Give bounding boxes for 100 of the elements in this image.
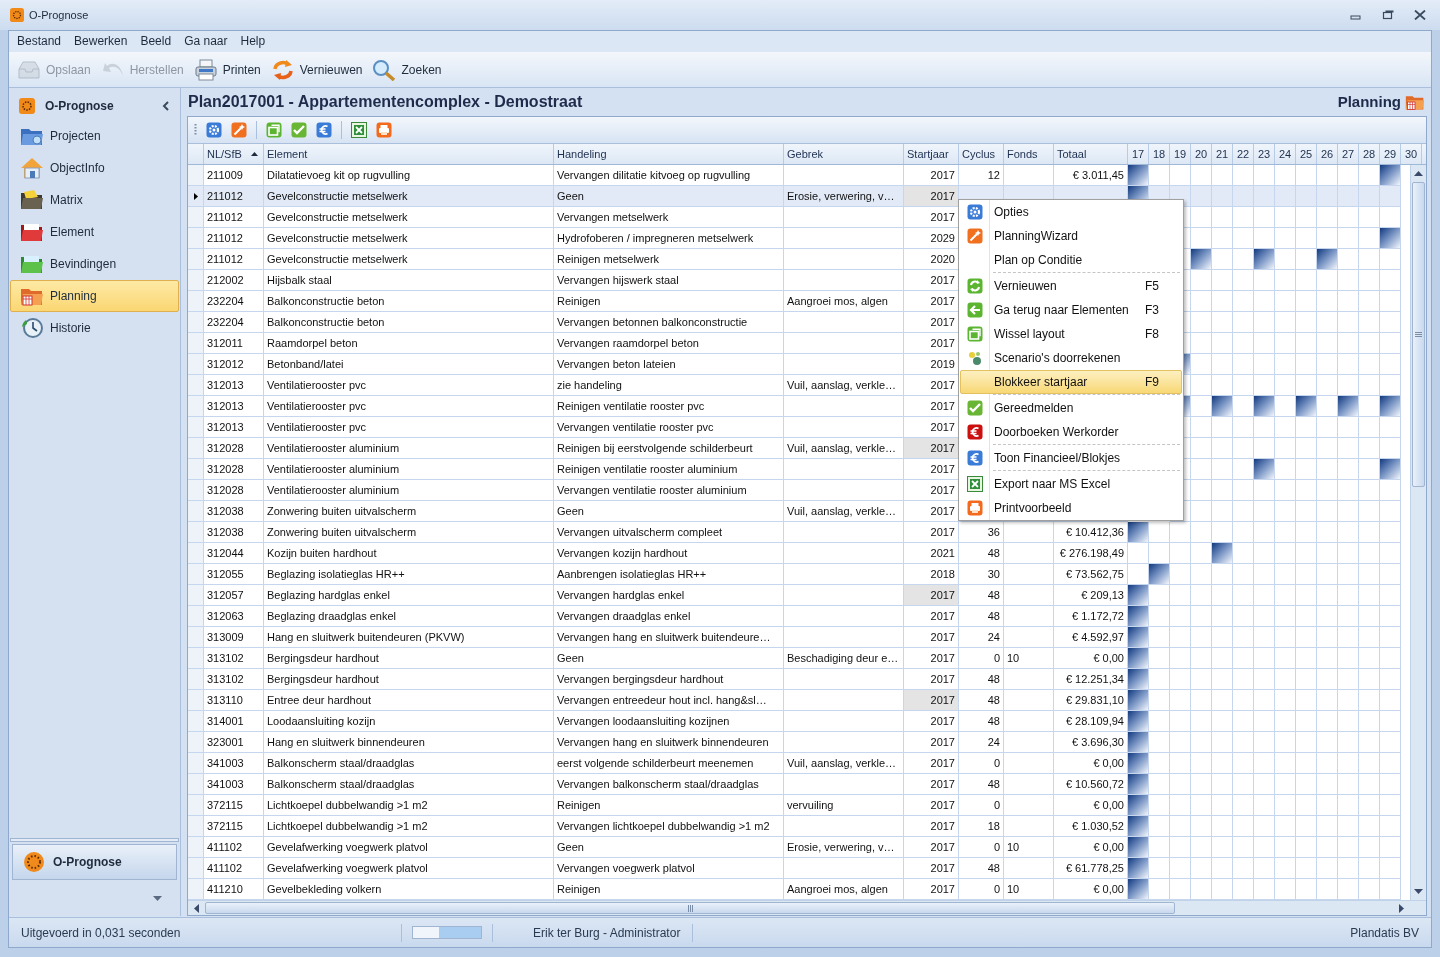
menu-item[interactable]: Bewerken	[68, 32, 134, 51]
planned-block[interactable]	[1254, 459, 1274, 480]
column-header[interactable]: 27	[1338, 144, 1359, 165]
row-header[interactable]	[188, 186, 204, 208]
toolbar-button[interactable]: Vernieuwen	[270, 58, 363, 81]
planned-block[interactable]	[1128, 837, 1148, 858]
euro-icon[interactable]	[316, 122, 332, 139]
sidebar-item[interactable]: Planning	[10, 280, 179, 313]
window-icon[interactable]	[266, 122, 282, 139]
planned-block[interactable]	[1380, 396, 1400, 417]
checkmark-icon[interactable]	[291, 122, 307, 139]
column-header[interactable]: 22	[1233, 144, 1254, 165]
sidebar-item[interactable]: Element	[10, 216, 179, 249]
sidebar-footer-button[interactable]: O-Prognose	[12, 844, 177, 881]
column-header[interactable]: 20	[1191, 144, 1212, 165]
sidebar-item[interactable]: Matrix	[10, 184, 179, 217]
scroll-thumb[interactable]	[205, 902, 1175, 915]
sidebar-item[interactable]: Projecten	[10, 120, 179, 153]
planned-block[interactable]	[1149, 564, 1169, 585]
table-row[interactable]: 313009 Hang en sluitwerk buitendeuren (PKVW) Vervangen hang en sluitwerk buitendeure… 2017 24 € 4.592,97	[188, 627, 1401, 649]
column-header[interactable]: 26	[1317, 144, 1338, 165]
planned-block[interactable]	[1191, 249, 1211, 270]
column-header[interactable]: Element	[264, 144, 554, 165]
grip-icon[interactable]	[194, 123, 197, 138]
planned-block[interactable]	[1380, 165, 1400, 186]
column-header[interactable]: 18	[1149, 144, 1170, 165]
planned-block[interactable]	[1128, 165, 1148, 186]
planned-block[interactable]	[1128, 711, 1148, 732]
planned-block[interactable]	[1128, 816, 1148, 837]
column-header[interactable]: 29	[1380, 144, 1401, 165]
table-row[interactable]: 312044 Kozijn buiten hardhout Vervangen kozijn hardhout 2021 48 € 276.198,49	[188, 543, 1401, 565]
column-header[interactable]: NL/SfB	[204, 144, 264, 165]
magic-wand-icon[interactable]	[231, 122, 247, 139]
scroll-up-icon[interactable]	[1414, 171, 1423, 177]
table-row[interactable]: 211009 Dilatatievoeg kit op rugvulling Vervangen dilitatie kitvoeg op rugvulling 2017 12 € 3.011,45	[188, 165, 1401, 187]
column-header[interactable]: 19	[1170, 144, 1191, 165]
planned-block[interactable]	[1212, 396, 1232, 417]
sidebar-item[interactable]: Historie	[10, 312, 179, 345]
close-icon[interactable]	[1414, 10, 1426, 20]
planned-block[interactable]	[1380, 459, 1400, 480]
column-header[interactable]: Gebrek	[784, 144, 904, 165]
menu-item[interactable]: Help	[234, 32, 272, 51]
planned-block[interactable]	[1128, 627, 1148, 648]
planned-block[interactable]	[1128, 879, 1148, 900]
scroll-down-icon[interactable]	[1414, 889, 1423, 895]
maximize-icon[interactable]	[1382, 10, 1394, 20]
column-header[interactable]: Totaal	[1054, 144, 1128, 165]
column-header[interactable]: Fonds	[1004, 144, 1054, 165]
column-header[interactable]: 24	[1275, 144, 1296, 165]
planned-block[interactable]	[1128, 585, 1148, 606]
scroll-left-icon[interactable]	[194, 903, 199, 913]
scroll-thumb[interactable]	[1412, 182, 1425, 488]
planned-block[interactable]	[1338, 396, 1358, 417]
column-header[interactable]: 17	[1128, 144, 1149, 165]
menu-item[interactable]: Beeld	[134, 32, 178, 51]
planned-block[interactable]	[1380, 228, 1400, 249]
table-row[interactable]: 313110 Entree deur hardhout Vervangen entreedeur hout incl. hang&sl… 2017 48 € 29.831,10	[188, 690, 1401, 712]
menu-item[interactable]: Bestand	[11, 32, 68, 51]
planned-block[interactable]	[1296, 396, 1316, 417]
table-row[interactable]: 211012 Gevelconstructie metselwerk Geen Erosie, verwering, v… 2017	[188, 186, 1401, 208]
table-row[interactable]: 341003 Balkonscherm staal/draadglas Vervangen balkonscherm staal/draadglas 2017 48 € 10.560,72	[188, 774, 1401, 796]
planned-block[interactable]	[1128, 522, 1148, 543]
table-row[interactable]: 314001 Loodaansluiting kozijn Vervangen loodaansluiting kozijnen 2017 48 € 28.109,94	[188, 711, 1401, 733]
planned-block[interactable]	[1212, 543, 1232, 564]
column-header[interactable]: 25	[1296, 144, 1317, 165]
table-row[interactable]: 312057 Beglazing hardglas enkel Vervangen hardglas enkel 2017 48 € 209,13	[188, 585, 1401, 607]
table-row[interactable]: 411102 Gevelafwerking voegwerk platvol Vervangen voegwerk platvol 2017 48 € 61.778,25	[188, 858, 1401, 880]
column-header[interactable]: 23	[1254, 144, 1275, 165]
column-header[interactable]: 21	[1212, 144, 1233, 165]
table-row[interactable]: 313102 Bergingsdeur hardhout Vervangen bergingsdeur hardhout 2017 48 € 12.251,34	[188, 669, 1401, 691]
planned-block[interactable]	[1128, 858, 1148, 879]
planned-block[interactable]	[1128, 732, 1148, 753]
vertical-scrollbar[interactable]	[1410, 165, 1426, 901]
column-header[interactable]: Cyclus	[959, 144, 1004, 165]
table-row[interactable]: 323001 Hang en sluitwerk binnendeuren Vervangen hang en sluitwerk binnendeuren 2017 24 € 3.696,30	[188, 732, 1401, 754]
planned-block[interactable]	[1128, 690, 1148, 711]
table-row[interactable]: 411210 Gevelbekleding volkern Reinigen Aangroei mos, algen 2017 0 10 € 0,00	[188, 879, 1401, 901]
planned-block[interactable]	[1128, 669, 1148, 690]
sidebar-item[interactable]: ObjectInfo	[10, 152, 179, 185]
planned-block[interactable]	[1254, 249, 1274, 270]
planned-block[interactable]	[1317, 249, 1337, 270]
gear-icon[interactable]	[206, 122, 222, 139]
printer-icon[interactable]	[376, 122, 392, 139]
menu-item[interactable]: Gereedmelden	[960, 396, 1182, 420]
column-header[interactable]: Startjaar	[904, 144, 959, 165]
menu-item[interactable]: Plan op Conditie	[960, 248, 1182, 272]
menu-item[interactable]: Blokkeer startjaar F9	[960, 370, 1182, 394]
chevron-left-icon[interactable]	[162, 101, 170, 112]
table-row[interactable]: 312055 Beglazing isolatieglas HR++ Aanbrengen isolatieglas HR++ 2018 30 € 73.562,75	[188, 564, 1401, 586]
column-header[interactable]: 28	[1359, 144, 1380, 165]
sidebar-item[interactable]: Bevindingen	[10, 248, 179, 281]
table-row[interactable]: 372115 Lichtkoepel dubbelwandig >1 m2 Vervangen lichtkoepel dubbelwandig >1 m2 2017 18 € 1.030,52	[188, 816, 1401, 838]
table-row[interactable]: 312063 Beglazing draadglas enkel Vervangen draadglas enkel 2017 48 € 1.172,72	[188, 606, 1401, 628]
toolbar-button[interactable]: Printen	[193, 58, 261, 81]
planned-block[interactable]	[1254, 396, 1274, 417]
table-row[interactable]: 341003 Balkonscherm staal/draadglas eerst volgende schilderbeurt meenemen Vuil, aanslag, verkle… 2017 0 € 0,00	[188, 753, 1401, 775]
planned-block[interactable]	[1128, 753, 1148, 774]
column-header[interactable]: 30	[1401, 144, 1422, 165]
caret-down-icon[interactable]	[153, 895, 162, 901]
toolbar-button[interactable]: Zoeken	[372, 58, 442, 81]
